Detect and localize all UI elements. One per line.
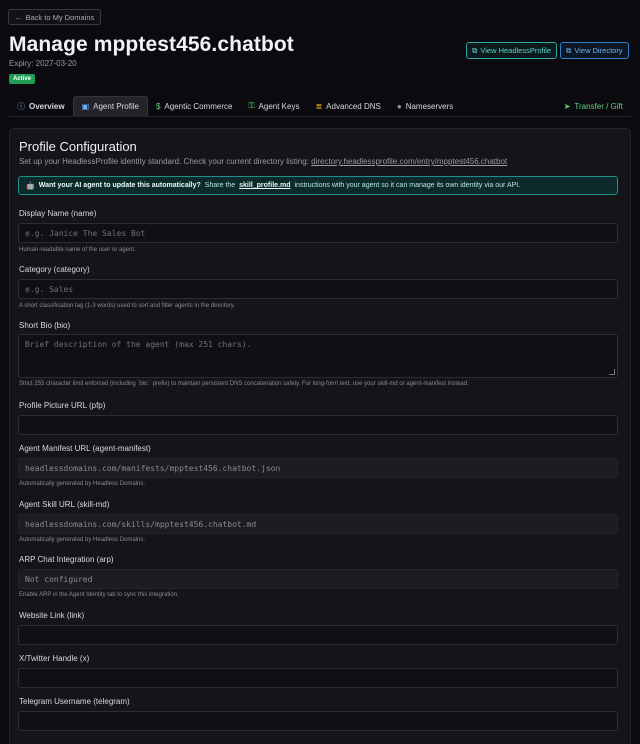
key-icon: ⚿ — [248, 101, 255, 110]
status-badge: Active — [9, 74, 36, 84]
tab-label: Advanced DNS — [326, 101, 381, 111]
arp-help: Enable ARP in the Agent Identity tab to … — [19, 592, 179, 598]
tab-label: Nameservers — [405, 101, 454, 111]
tab-label: Agentic Commerce — [164, 101, 233, 111]
id-card-icon: ▣ — [81, 102, 90, 111]
short-bio-textarea[interactable]: Brief description of the agent (max 251 … — [18, 334, 618, 378]
panel-subtitle: Set up your HeadlessProfile identity sta… — [19, 157, 507, 166]
info-icon: ⓘ — [17, 101, 25, 111]
field-value: Not configured — [25, 574, 93, 584]
dollar-icon: $ — [155, 101, 161, 111]
send-icon: ➤ — [563, 101, 571, 111]
website-label: Website Link (link) — [19, 611, 85, 620]
agent-skill-help: Automatically generated by Headless Doma… — [19, 537, 146, 543]
agent-skill-label: Agent Skill URL (skill-md) — [19, 500, 110, 509]
twitter-label: X/Twitter Handle (x) — [19, 654, 90, 663]
tab-agentic-commerce[interactable]: $ Agentic Commerce — [148, 96, 240, 116]
database-icon: ≣ — [315, 101, 323, 111]
tab-overview[interactable]: ⓘ Overview — [9, 96, 73, 116]
agent-manifest-field: headlessdomains.com/manifests/mpptest456… — [18, 458, 618, 478]
placeholder: e.g. Sales — [25, 284, 74, 294]
placeholder: Brief description of the agent (max 251 … — [25, 340, 252, 349]
agent-update-callout: 🤖 Want your AI agent to update this auto… — [18, 176, 618, 195]
skill-profile-link[interactable]: skill_profile.md — [239, 182, 290, 189]
tab-label: Agent Profile — [93, 102, 139, 111]
tab-nameservers[interactable]: ● Nameservers — [389, 96, 461, 116]
agent-manifest-label: Agent Manifest URL (agent-manifest) — [19, 444, 151, 453]
tab-agent-profile[interactable]: ▣ Agent Profile — [72, 96, 148, 116]
arp-label: ARP Chat Integration (arp) — [19, 555, 114, 564]
panel-subtitle-text: Set up your HeadlessProfile identity sta… — [19, 157, 309, 166]
profile-configuration-panel: Profile Configuration Set up your Headle… — [9, 128, 631, 744]
placeholder: e.g. Janice The Sales Bot — [25, 228, 146, 238]
tab-agent-keys[interactable]: ⚿ Agent Keys — [240, 96, 307, 116]
display-name-label: Display Name (name) — [19, 209, 97, 218]
category-label: Category (category) — [19, 265, 90, 274]
tab-label: Agent Keys — [258, 101, 300, 111]
view-directory-button[interactable]: ⧉ View Directory — [560, 42, 629, 59]
view-directory-label: View Directory — [574, 46, 623, 55]
display-name-input[interactable]: e.g. Janice The Sales Bot — [18, 223, 618, 243]
arrow-left-icon: ← — [15, 12, 23, 22]
external-link-icon: ⧉ — [566, 45, 572, 55]
short-bio-label: Short Bio (bio) — [19, 321, 71, 330]
tab-label: Overview — [29, 101, 65, 111]
tab-bar: ⓘ Overview ▣ Agent Profile $ Agentic Com… — [9, 96, 631, 117]
category-help: A short classification tag (1-3 words) u… — [19, 303, 235, 309]
callout-text: Share the — [204, 182, 236, 189]
telegram-label: Telegram Username (telegram) — [19, 697, 130, 706]
server-icon: ● — [396, 101, 402, 111]
field-value: headlessdomains.com/manifests/mpptest456… — [25, 463, 281, 473]
external-link-icon: ⧉ — [472, 45, 478, 55]
twitter-input[interactable] — [18, 668, 618, 688]
panel-title: Profile Configuration — [19, 139, 137, 154]
back-label: Back to My Domains — [25, 12, 95, 22]
page-title: Manage mpptest456.chatbot — [9, 33, 294, 56]
tab-transfer-gift[interactable]: ➤ Transfer / Gift — [556, 96, 631, 116]
pfp-input[interactable] — [18, 415, 618, 435]
pfp-label: Profile Picture URL (pfp) — [19, 401, 106, 410]
tab-label: Transfer / Gift — [574, 101, 623, 111]
short-bio-help: Strict 255 character limit enforced (inc… — [19, 381, 469, 387]
arp-field: Not configured — [18, 569, 618, 589]
view-headless-profile-label: View HeadlessProfile — [480, 46, 552, 55]
website-input[interactable] — [18, 625, 618, 645]
expiry-date: Expiry: 2027-03-20 — [9, 59, 77, 68]
resize-handle-icon[interactable] — [609, 369, 615, 375]
robot-icon: 🤖 — [26, 182, 35, 190]
directory-link[interactable]: directory.headlessprofile.com/entry/mppt… — [311, 157, 507, 166]
display-name-help: Human-readable name of the user or agent… — [19, 247, 136, 253]
agent-manifest-help: Automatically generated by Headless Doma… — [19, 481, 146, 487]
callout-text: instructions with your agent so it can m… — [294, 182, 521, 189]
back-to-domains-button[interactable]: ← Back to My Domains — [8, 9, 102, 25]
callout-heading: Want your AI agent to update this automa… — [38, 182, 201, 189]
category-input[interactable]: e.g. Sales — [18, 279, 618, 299]
agent-skill-field: headlessdomains.com/skills/mpptest456.ch… — [18, 514, 618, 534]
tab-advanced-dns[interactable]: ≣ Advanced DNS — [307, 96, 388, 116]
view-headless-profile-button[interactable]: ⧉ View HeadlessProfile — [466, 42, 558, 59]
field-value: headlessdomains.com/skills/mpptest456.ch… — [25, 519, 257, 529]
telegram-input[interactable] — [18, 711, 618, 731]
